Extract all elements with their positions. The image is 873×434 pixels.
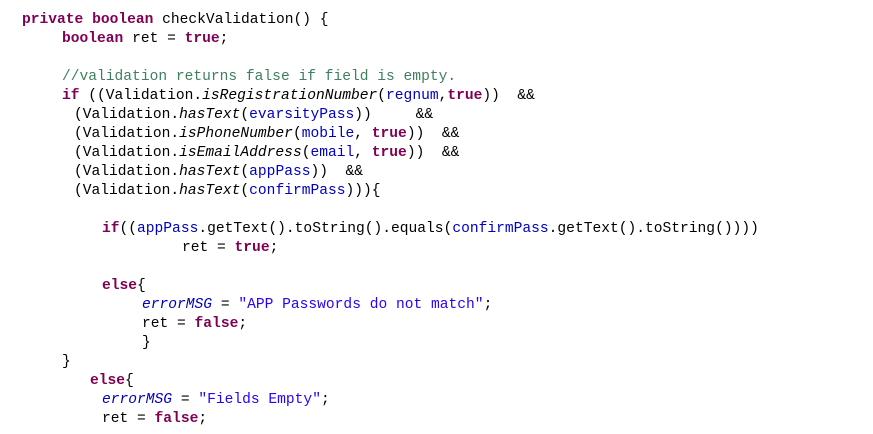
code-token: } xyxy=(62,354,71,370)
code-token: ( xyxy=(240,164,250,180)
code-token: evarsityPass xyxy=(249,107,355,123)
code-token: true xyxy=(447,88,483,104)
code-token: checkValidation() { xyxy=(153,12,329,28)
code-token: = xyxy=(212,297,239,313)
code-token: hasText xyxy=(179,164,241,180)
code-view: private boolean checkValidation() {boole… xyxy=(0,0,873,434)
code-token: ((Validation. xyxy=(79,88,203,104)
code-token: (Validation. xyxy=(74,183,180,199)
code-token: ; xyxy=(483,297,493,313)
code-token: ( xyxy=(240,183,250,199)
code-line: errorMSG = "Fields Empty"; xyxy=(102,391,330,410)
code-line: else{ xyxy=(90,372,134,391)
code-token: (Validation. xyxy=(74,126,180,142)
code-line: ret = false; xyxy=(102,410,207,429)
code-token: .getText().toString().equals( xyxy=(198,221,453,237)
code-token: boolean xyxy=(92,12,154,28)
code-token: true xyxy=(184,31,220,47)
code-token: isRegistrationNumber xyxy=(202,88,378,104)
code-line: else{ xyxy=(102,277,146,296)
code-token: email xyxy=(310,145,355,161)
code-line: boolean ret = true; xyxy=(62,30,228,49)
code-token: ret = xyxy=(102,411,155,427)
code-token: { xyxy=(137,278,146,294)
code-token: ; xyxy=(219,31,229,47)
code-token: } xyxy=(142,335,151,351)
code-token: appPass xyxy=(137,221,199,237)
code-token: "APP Passwords do not match" xyxy=(238,297,484,313)
code-token: )) && xyxy=(406,126,460,142)
code-token: true xyxy=(371,126,407,142)
code-token: = xyxy=(172,392,199,408)
code-line: errorMSG = "APP Passwords do not match"; xyxy=(142,296,492,315)
code-token: ret = xyxy=(142,316,195,332)
code-token: ( xyxy=(292,126,302,142)
code-token: confirmPass xyxy=(249,183,346,199)
code-line: //validation returns false if field is e… xyxy=(62,68,456,87)
code-token: ret = xyxy=(182,240,235,256)
code-token: )) && xyxy=(310,164,364,180)
code-token: ; xyxy=(198,411,208,427)
code-token: "Fields Empty" xyxy=(198,392,321,408)
code-token: boolean xyxy=(62,31,124,47)
code-token: false xyxy=(154,411,199,427)
code-line: (Validation.hasText(confirmPass))){ xyxy=(74,182,381,201)
code-token: if xyxy=(62,88,80,104)
code-token: (Validation. xyxy=(74,164,180,180)
code-line: (Validation.hasText(appPass)) && xyxy=(74,163,363,182)
code-token: false xyxy=(194,316,239,332)
code-token: true xyxy=(234,240,270,256)
code-token: errorMSG xyxy=(142,297,213,313)
code-token: { xyxy=(125,373,134,389)
code-token: ; xyxy=(238,316,248,332)
code-line: } xyxy=(142,334,151,353)
code-token: appPass xyxy=(249,164,311,180)
code-line: ret = true; xyxy=(182,239,278,258)
code-token: mobile xyxy=(301,126,355,142)
code-token: )) && xyxy=(482,88,535,104)
code-token: hasText xyxy=(179,183,241,199)
code-token: (( xyxy=(119,221,138,237)
code-line: ret = false; xyxy=(142,315,247,334)
code-token: //validation returns false if field is e… xyxy=(62,69,457,85)
code-line: } xyxy=(62,353,71,372)
code-line: private boolean checkValidation() { xyxy=(22,11,329,30)
code-token: ))){ xyxy=(345,183,381,199)
code-token: .getText().toString()))) xyxy=(548,221,759,237)
code-line: (Validation.hasText(evarsityPass)) && xyxy=(74,106,433,125)
code-token: confirmPass xyxy=(452,221,549,237)
code-token: else xyxy=(102,278,138,294)
code-token: regnum xyxy=(386,88,439,104)
code-token: )) && xyxy=(406,145,460,161)
code-token: ( xyxy=(240,107,250,123)
code-token: ; xyxy=(320,392,330,408)
code-token: private xyxy=(22,12,84,28)
code-token: hasText xyxy=(179,107,241,123)
code-token: else xyxy=(90,373,126,389)
code-token: isPhoneNumber xyxy=(179,126,293,142)
code-line: (Validation.isPhoneNumber(mobile, true))… xyxy=(74,125,459,144)
code-token: , xyxy=(354,145,372,161)
code-token: )) && xyxy=(354,107,434,123)
code-token: if xyxy=(102,221,120,237)
code-line: (Validation.isEmailAddress(email, true))… xyxy=(74,144,459,163)
code-token: errorMSG xyxy=(102,392,173,408)
code-token: , xyxy=(354,126,372,142)
code-token: ; xyxy=(269,240,279,256)
code-token: ret = xyxy=(123,31,185,47)
code-token: (Validation. xyxy=(74,107,180,123)
code-line: if ((Validation.isRegistrationNumber(reg… xyxy=(62,87,535,106)
code-line: if((appPass.getText().toString().equals(… xyxy=(102,220,759,239)
code-token: isEmailAddress xyxy=(179,145,302,161)
code-token: true xyxy=(371,145,407,161)
code-token: ( xyxy=(377,88,387,104)
code-token: (Validation. xyxy=(74,145,180,161)
